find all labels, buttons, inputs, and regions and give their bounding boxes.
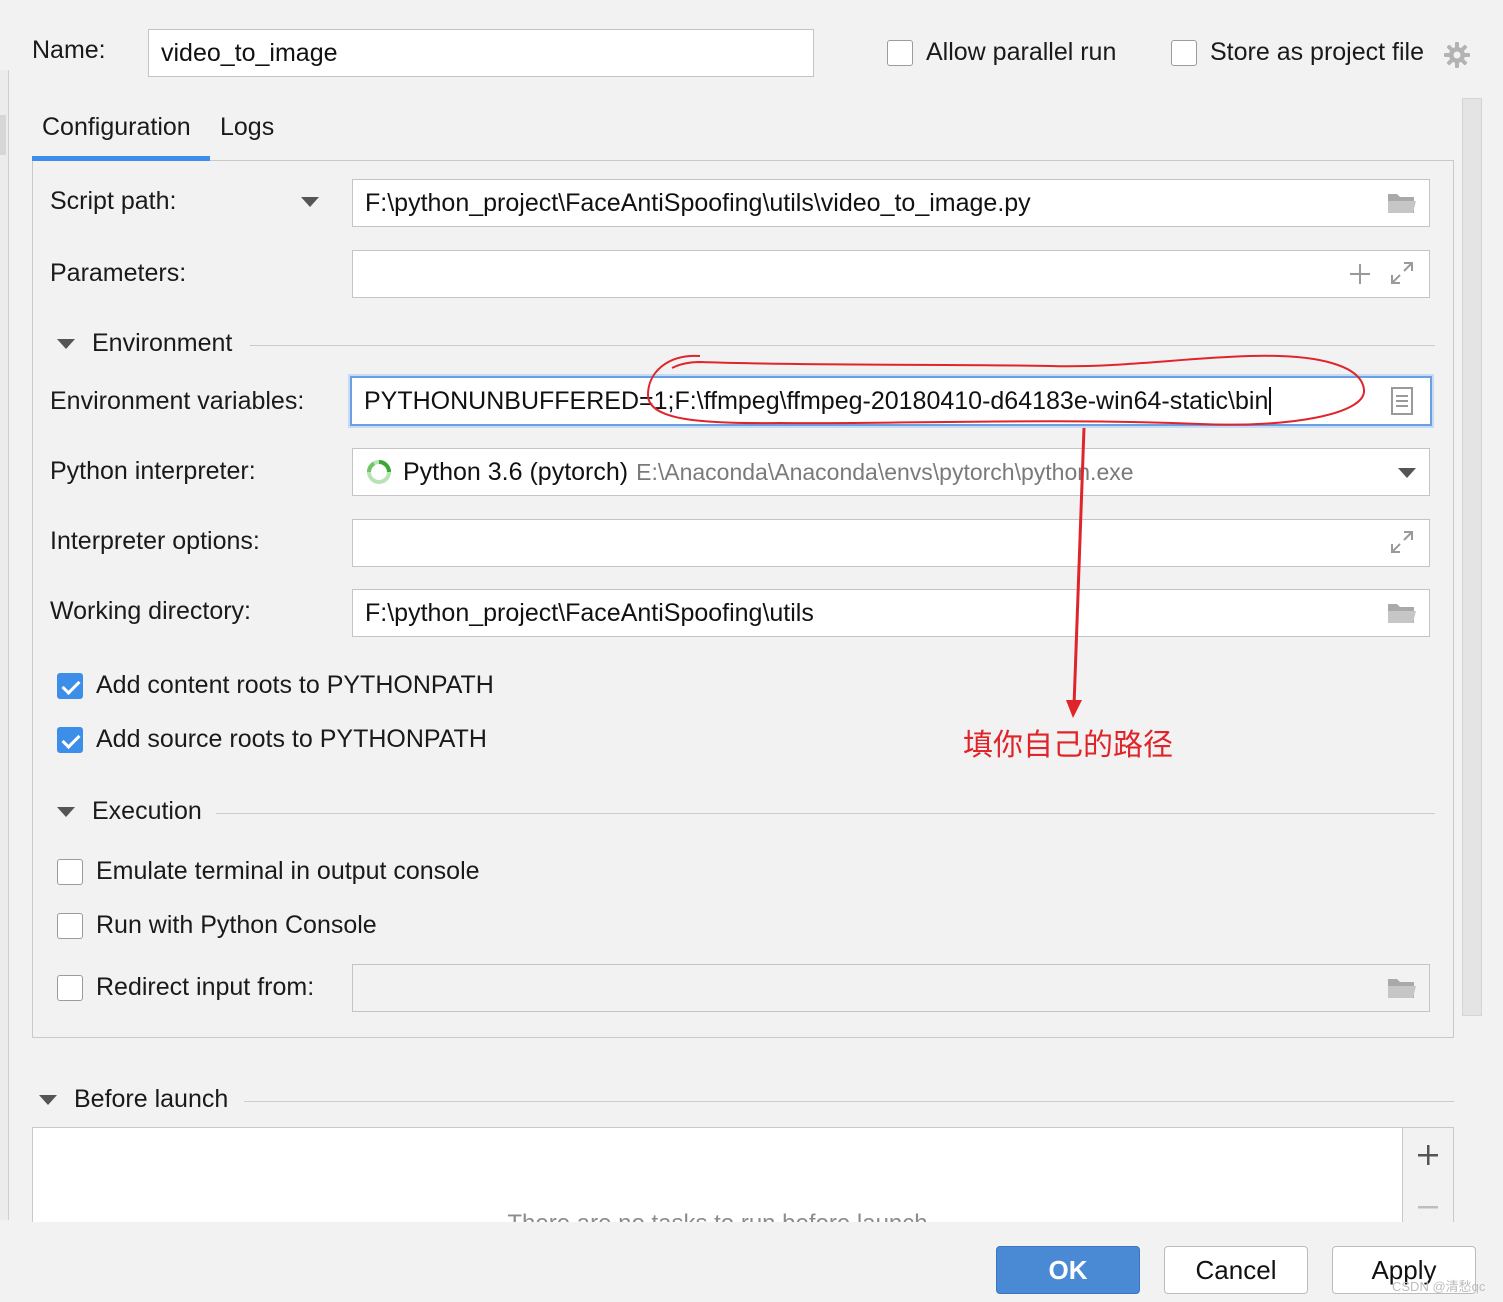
tab-logs[interactable]: Logs — [220, 113, 274, 142]
name-input[interactable]: video_to_image — [148, 29, 814, 77]
working-directory-value: F:\python_project\FaceAntiSpoofing\utils — [365, 598, 814, 627]
env-vars-label: Environment variables: — [50, 387, 305, 415]
ok-button[interactable]: OK — [996, 1246, 1140, 1294]
interpreter-options-input[interactable] — [352, 519, 1430, 567]
add-source-roots-label: Add source roots to PYTHONPATH — [96, 725, 487, 753]
script-path-input[interactable]: F:\python_project\FaceAntiSpoofing\utils… — [352, 179, 1430, 227]
python-interpreter-label: Python interpreter: — [50, 457, 256, 485]
expand-icon[interactable] — [1388, 259, 1416, 287]
execution-section-title: Execution — [92, 797, 202, 825]
python-interpreter-name: Python 3.6 (pytorch) — [403, 457, 629, 486]
gear-icon[interactable] — [1440, 38, 1474, 72]
environment-section-title: Environment — [92, 329, 233, 357]
left-panel-edge — [0, 70, 9, 1220]
folder-browse-icon[interactable] — [1384, 971, 1420, 1005]
parameters-label: Parameters: — [50, 259, 187, 287]
vertical-scrollbar[interactable] — [1462, 98, 1482, 1016]
watermark: CSDN @清愁qc — [1392, 1279, 1486, 1294]
store-as-project-file-label: Store as project file — [1210, 38, 1424, 66]
expand-icon[interactable] — [1388, 528, 1416, 556]
env-vars-input[interactable]: PYTHONUNBUFFERED=1;F:\ffmpeg\ffmpeg-2018… — [350, 376, 1432, 426]
emulate-terminal-label: Emulate terminal in output console — [96, 857, 480, 885]
remove-task-minus-icon[interactable] — [1414, 1193, 1442, 1221]
name-label: Name: — [32, 36, 106, 64]
edit-env-vars-icon[interactable] — [1388, 386, 1416, 416]
execution-collapse-icon[interactable] — [57, 807, 75, 817]
working-directory-label: Working directory: — [50, 597, 251, 625]
env-vars-value: PYTHONUNBUFFERED=1;F:\ffmpeg\ffmpeg-2018… — [364, 386, 1269, 415]
script-path-label: Script path: — [50, 187, 177, 215]
add-task-plus-icon[interactable] — [1414, 1141, 1442, 1169]
folder-browse-icon[interactable] — [1384, 596, 1420, 630]
script-path-value: F:\python_project\FaceAntiSpoofing\utils… — [365, 188, 1031, 217]
allow-parallel-run-label: Allow parallel run — [926, 38, 1117, 66]
tab-selected-indicator — [32, 156, 210, 161]
environment-divider — [250, 345, 1435, 346]
add-macro-plus-icon[interactable] — [1346, 260, 1374, 288]
redirect-input-checkbox[interactable] — [57, 975, 83, 1001]
interpreter-dropdown-arrow-icon[interactable] — [1398, 468, 1416, 478]
before-launch-section-title: Before launch — [74, 1085, 229, 1113]
store-as-project-file-checkbox[interactable] — [1171, 40, 1197, 66]
redirect-input-field[interactable] — [352, 964, 1430, 1012]
interpreter-options-label: Interpreter options: — [50, 527, 260, 555]
annotation-text: 填你自己的路径 — [963, 728, 1173, 763]
execution-divider — [216, 813, 1435, 814]
add-content-roots-checkbox[interactable] — [57, 673, 83, 699]
left-panel-selection-mark — [0, 115, 6, 155]
script-path-type-dropdown-icon[interactable] — [301, 197, 319, 207]
before-launch-divider — [244, 1101, 1454, 1102]
before-launch-collapse-icon[interactable] — [39, 1095, 57, 1105]
cancel-button[interactable]: Cancel — [1164, 1246, 1308, 1294]
add-source-roots-checkbox[interactable] — [57, 727, 83, 753]
redirect-input-label: Redirect input from: — [96, 973, 315, 1001]
name-input-value: video_to_image — [161, 38, 338, 67]
python-interpreter-select[interactable]: Python 3.6 (pytorch) E:\Anaconda\Anacond… — [352, 448, 1430, 496]
text-cursor — [1269, 387, 1272, 415]
tab-configuration[interactable]: Configuration — [42, 113, 191, 142]
python-interpreter-path: E:\Anaconda\Anaconda\envs\pytorch\python… — [636, 458, 1134, 485]
working-directory-input[interactable]: F:\python_project\FaceAntiSpoofing\utils — [352, 589, 1430, 637]
allow-parallel-run-checkbox[interactable] — [887, 40, 913, 66]
python-interpreter-loading-icon — [365, 458, 393, 486]
environment-collapse-icon[interactable] — [57, 339, 75, 349]
emulate-terminal-checkbox[interactable] — [57, 859, 83, 885]
parameters-input[interactable] — [352, 250, 1430, 298]
add-content-roots-label: Add content roots to PYTHONPATH — [96, 671, 494, 699]
run-with-python-console-label: Run with Python Console — [96, 911, 377, 939]
run-with-python-console-checkbox[interactable] — [57, 913, 83, 939]
folder-browse-icon[interactable] — [1384, 186, 1420, 220]
before-launch-task-list[interactable]: There are no tasks to run before launch — [32, 1127, 1403, 1223]
